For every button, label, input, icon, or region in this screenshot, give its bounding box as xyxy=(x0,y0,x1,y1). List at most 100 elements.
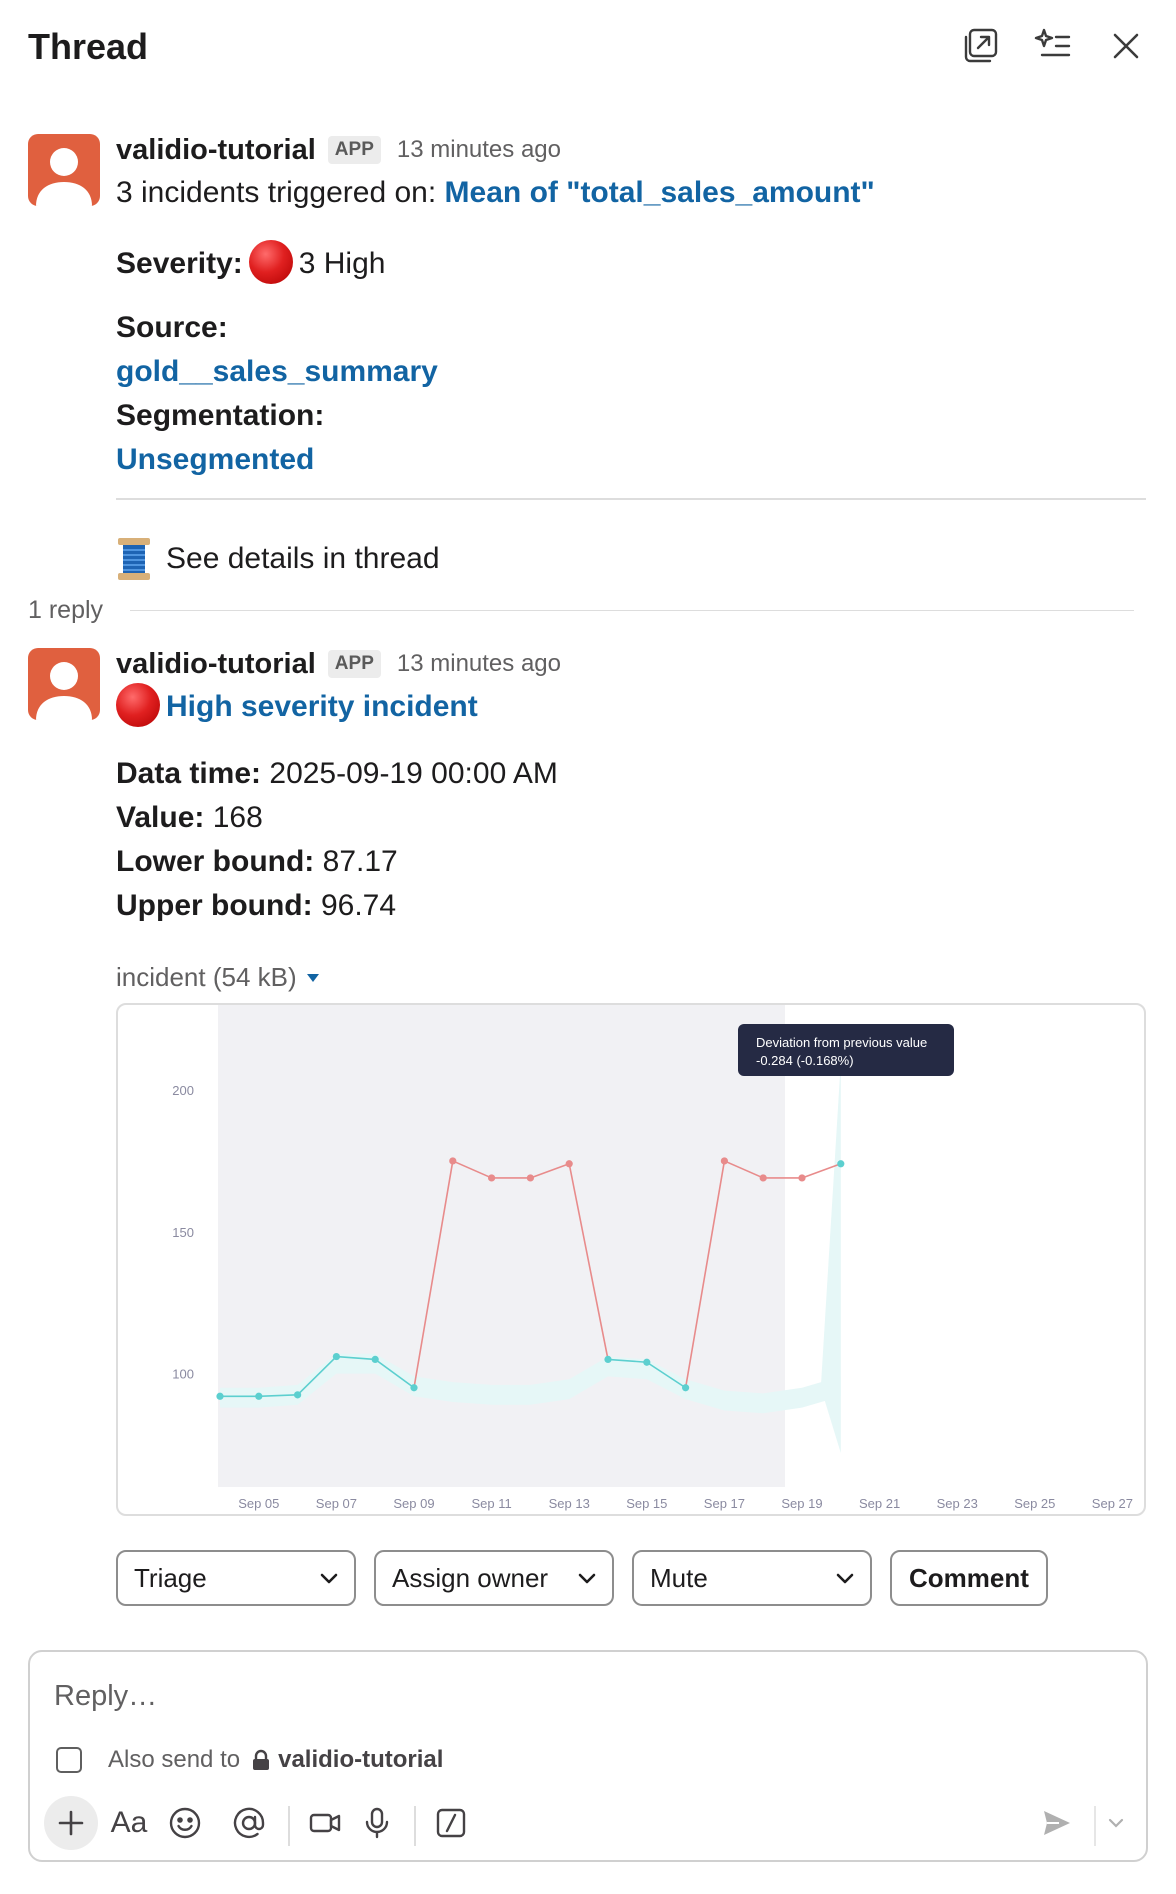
x-tick-label: Sep 05 xyxy=(238,1496,279,1511)
source-link[interactable]: gold__sales_summary xyxy=(116,355,438,389)
audio-clip-button[interactable] xyxy=(350,1796,404,1850)
mute-label: Mute xyxy=(650,1562,708,1593)
slash-command-icon xyxy=(436,1808,466,1838)
field-value: 96.74 xyxy=(312,889,397,922)
reply-divider xyxy=(130,610,1134,611)
channel-name[interactable]: validio-tutorial xyxy=(278,1746,443,1774)
user-avatar-icon xyxy=(36,662,92,720)
segmentation-label: Segmentation: xyxy=(116,399,325,432)
x-tick-label: Sep 21 xyxy=(859,1496,900,1511)
chart-svg: 100 150 200 Sep 05 Sep 07 Sep 09 Sep 11 Sep 13 S… xyxy=(172,1005,1133,1511)
y-tick-label: 100 xyxy=(172,1367,194,1382)
tooltip-box xyxy=(738,1024,954,1076)
also-send-checkbox[interactable] xyxy=(56,1747,82,1773)
chevron-down-icon xyxy=(320,1573,338,1584)
mention-button[interactable] xyxy=(222,1796,276,1850)
data-point xyxy=(449,1157,457,1165)
thread-details-text: See details in thread xyxy=(166,542,440,575)
open-in-window-button[interactable] xyxy=(958,24,1002,68)
chevron-down-icon xyxy=(836,1573,854,1584)
avatar[interactable] xyxy=(28,648,100,720)
assign-owner-select[interactable]: Assign owner xyxy=(374,1550,614,1606)
slash-command-button[interactable] xyxy=(424,1796,478,1850)
incident-title-line: High severity incident xyxy=(116,683,478,730)
incident-actions: Triage Assign owner Mute Comment xyxy=(116,1550,1048,1606)
message-timestamp[interactable]: 13 minutes ago xyxy=(397,136,561,164)
incident-summary: 3 incidents triggered on: Mean of "total… xyxy=(116,176,875,210)
message-timestamp[interactable]: 13 minutes ago xyxy=(397,650,561,678)
message-header: validio-tutorial APP 13 minutes ago xyxy=(116,646,561,682)
triage-select[interactable]: Triage xyxy=(116,1550,356,1606)
smiley-icon xyxy=(169,1807,201,1839)
at-sign-icon xyxy=(233,1807,265,1839)
comment-button[interactable]: Comment xyxy=(890,1550,1048,1606)
data-point xyxy=(526,1174,534,1182)
sender-name[interactable]: validio-tutorial xyxy=(116,648,316,681)
value-field: Value: 168 xyxy=(116,801,263,835)
message-divider xyxy=(116,498,1146,500)
data-point xyxy=(643,1358,651,1366)
user-avatar-icon xyxy=(36,148,92,206)
summary-prefix: 3 incidents triggered on: xyxy=(116,176,445,209)
data-point xyxy=(216,1392,224,1400)
assign-owner-label: Assign owner xyxy=(392,1562,549,1593)
field-label: Data time: xyxy=(116,757,262,790)
emoji-button[interactable] xyxy=(158,1796,212,1850)
chevron-down-icon xyxy=(1108,1818,1124,1828)
file-toggle[interactable]: incident (54 kB) xyxy=(116,962,321,993)
close-thread-button[interactable] xyxy=(1104,24,1148,68)
data-point xyxy=(488,1174,496,1182)
send-button[interactable] xyxy=(1030,1796,1084,1850)
incident-chart[interactable]: 100 150 200 Sep 05 Sep 07 Sep 09 Sep 11 Sep 13 S… xyxy=(116,1003,1146,1516)
segmentation-link[interactable]: Unsegmented xyxy=(116,443,314,477)
x-tick-label: Sep 17 xyxy=(704,1496,745,1511)
app-badge: APP xyxy=(327,136,381,164)
toolbar-separator xyxy=(414,1806,416,1846)
also-send-row: Also send to validio-tutorial xyxy=(56,1746,443,1774)
metric-link[interactable]: Mean of "total_sales_amount" xyxy=(445,176,875,209)
x-tick-label: Sep 15 xyxy=(626,1496,667,1511)
composer-toolbar: Aa xyxy=(44,1792,1134,1852)
data-point xyxy=(798,1174,806,1182)
chevron-down-icon xyxy=(578,1573,596,1584)
plot-background xyxy=(218,1005,823,1487)
ai-summary-button[interactable] xyxy=(1031,24,1075,68)
thread-details-line[interactable]: See details in thread xyxy=(116,536,440,582)
toolbar-separator xyxy=(288,1806,290,1846)
x-tick-label: Sep 23 xyxy=(937,1496,978,1511)
data-point xyxy=(565,1160,573,1168)
also-send-label: Also send to xyxy=(108,1746,241,1773)
x-tick-label: Sep 27 xyxy=(1092,1496,1133,1511)
reply-count: 1 reply xyxy=(28,596,104,624)
y-tick-label: 150 xyxy=(172,1225,194,1240)
avatar[interactable] xyxy=(28,134,100,206)
thread-spool-icon xyxy=(118,538,150,580)
lock-icon xyxy=(253,1749,270,1770)
data-point xyxy=(604,1355,612,1364)
reply-input[interactable] xyxy=(54,1674,1114,1718)
thread-title: Thread xyxy=(28,26,149,67)
x-tick-label: Sep 07 xyxy=(316,1496,357,1511)
data-time-field: Data time: 2025-09-19 00:00 AM xyxy=(116,757,558,791)
sender-name[interactable]: validio-tutorial xyxy=(116,134,316,167)
send-options-button[interactable] xyxy=(1096,1796,1136,1850)
upper-bound-field: Upper bound: 96.74 xyxy=(116,889,396,923)
incident-highlight xyxy=(785,1005,824,1487)
formatting-button[interactable]: Aa xyxy=(102,1796,156,1850)
severity-line: Severity: 3 High xyxy=(116,240,385,287)
video-clip-button[interactable] xyxy=(298,1796,352,1850)
data-point xyxy=(294,1391,302,1399)
thread-header: Thread xyxy=(0,0,1176,96)
message-header: validio-tutorial APP 13 minutes ago xyxy=(116,132,561,168)
y-tick-label: 200 xyxy=(172,1083,194,1098)
incident-title-link[interactable]: High severity incident xyxy=(166,690,478,723)
data-point xyxy=(720,1157,729,1165)
attach-button[interactable] xyxy=(44,1796,98,1850)
field-value: 87.17 xyxy=(314,845,398,878)
plus-icon xyxy=(58,1810,84,1836)
mute-select[interactable]: Mute xyxy=(632,1550,872,1606)
lower-bound-field: Lower bound: 87.17 xyxy=(116,845,398,879)
red-circle-icon xyxy=(248,240,293,284)
send-icon xyxy=(1044,1811,1070,1835)
data-point xyxy=(410,1384,418,1392)
